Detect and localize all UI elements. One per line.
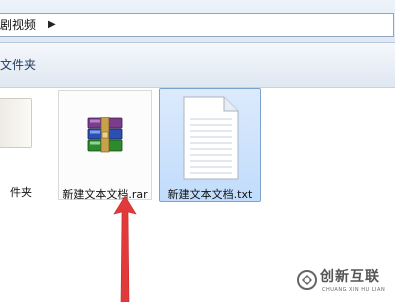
text-document-icon	[183, 96, 239, 180]
breadcrumb-item[interactable]: 剧视频	[0, 17, 36, 33]
file-name: 件夹	[10, 186, 32, 199]
file-item-txt[interactable]: 新建文本文档.txt	[159, 88, 261, 202]
address-bar: 剧视频 ▶	[0, 0, 395, 43]
watermark: 创新互联 CHUANG XIN HU LIAN	[296, 265, 395, 302]
winrar-archive-icon	[87, 117, 123, 153]
folder-icon	[0, 98, 32, 148]
explorer-window: 剧视频 ▶ 文件夹 件夹 新建文本文档.rar 新建文本文档.txt 创新互联 …	[0, 0, 395, 302]
brand-logo-icon	[297, 270, 317, 290]
file-item-rar[interactable]: 新建文本文档.rar	[58, 90, 152, 201]
watermark-subtext: CHUANG XIN HU LIAN	[322, 287, 386, 293]
file-item-folder[interactable]: 件夹	[0, 88, 38, 200]
watermark-text: 创新互联	[320, 269, 380, 285]
breadcrumb[interactable]: 剧视频 ▶	[0, 13, 394, 37]
toolbar: 文件夹	[0, 43, 395, 88]
file-name: 新建文本文档.txt	[167, 188, 253, 201]
chevron-right-icon[interactable]: ▶	[48, 17, 56, 33]
new-folder-button[interactable]: 文件夹	[0, 57, 36, 73]
red-arrow-annotation	[113, 195, 137, 302]
